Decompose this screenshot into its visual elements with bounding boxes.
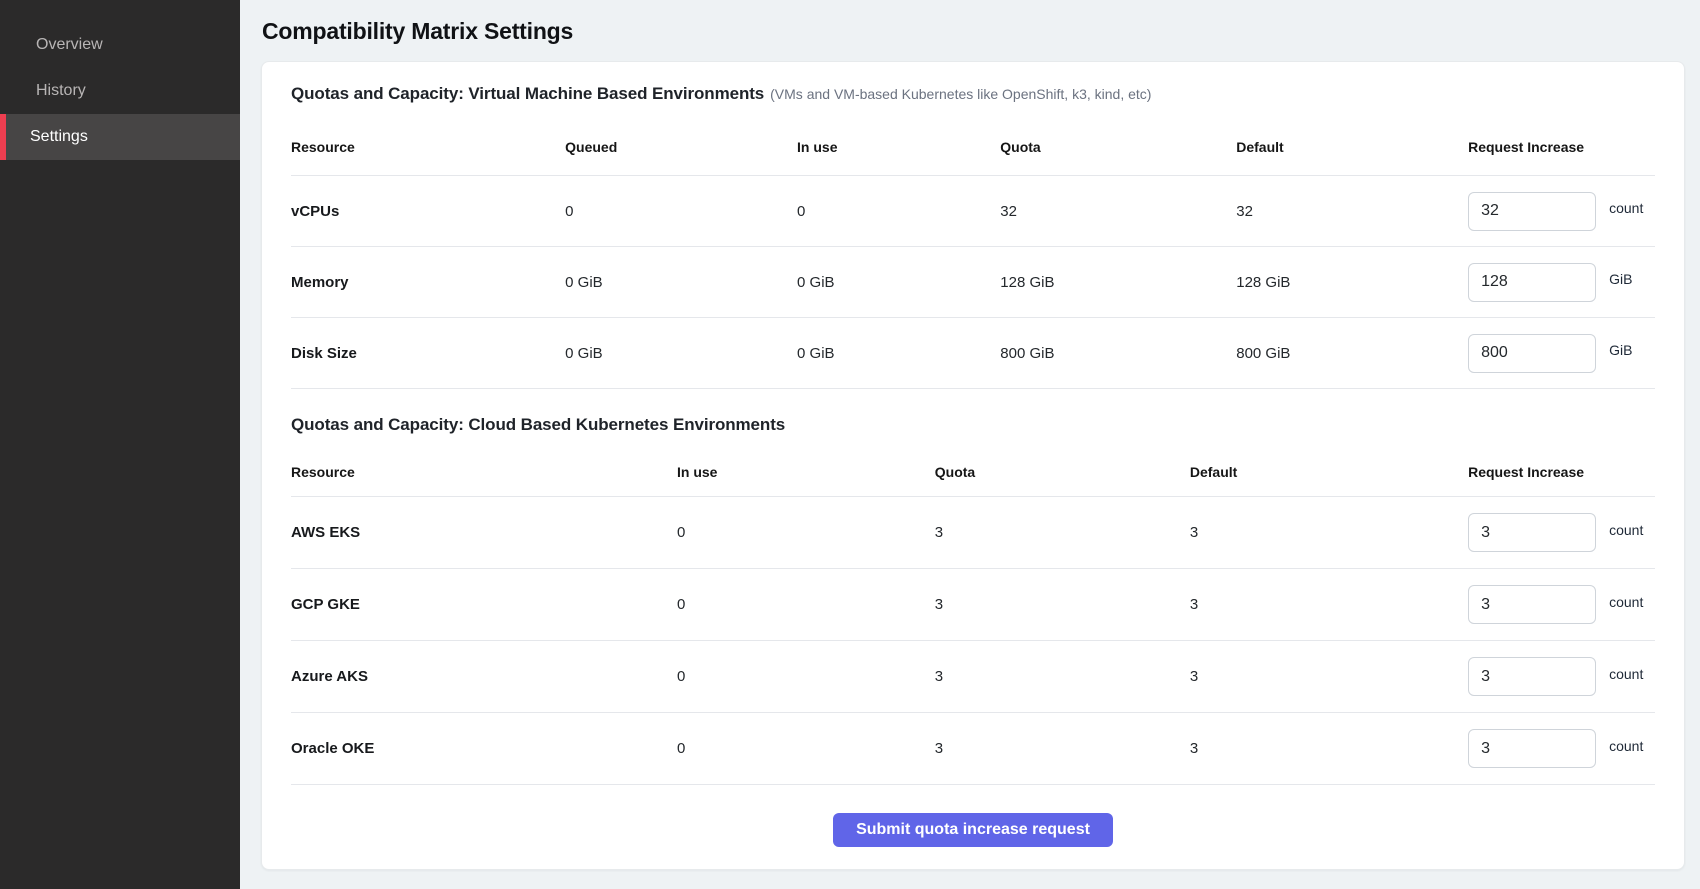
resource-name: Azure AKS [291,668,677,685]
sidebar-item-history[interactable]: History [0,68,240,114]
in-use-value: 0 [797,203,1000,220]
table-row-memory: Memory 0 GiB 0 GiB 128 GiB 128 GiB GiB [291,247,1655,318]
resource-name: GCP GKE [291,596,677,613]
unit-label: GiB [1609,342,1632,358]
vm-section-subtitle: (VMs and VM-based Kubernetes like OpenSh… [770,86,1151,102]
sidebar-item-settings[interactable]: Settings [0,114,240,160]
column-header-quota: Quota [935,464,1190,480]
vm-section-heading: Quotas and Capacity: Virtual Machine Bas… [291,84,1655,104]
resource-name: Oracle OKE [291,740,677,757]
settings-card: Quotas and Capacity: Virtual Machine Bas… [261,61,1685,870]
column-header-queued: Queued [565,139,797,155]
quota-value: 32 [1000,203,1236,220]
unit-label: count [1609,666,1643,682]
request-increase-cell: GiB [1468,263,1655,302]
unit-label: GiB [1609,271,1632,287]
azure-aks-request-input[interactable] [1468,657,1596,696]
in-use-value: 0 [677,740,935,757]
sidebar-item-label: Overview [36,36,103,54]
main-content: Compatibility Matrix Settings Quotas and… [240,0,1700,889]
column-header-in-use: In use [677,464,935,480]
quota-value: 3 [935,524,1190,541]
resource-name: Memory [291,274,565,291]
in-use-value: 0 GiB [797,345,1000,362]
cloud-quota-table: Resource In use Quota Default Request In… [291,447,1655,785]
unit-label: count [1609,594,1643,610]
app-root: Overview History Settings Compatibility … [0,0,1700,889]
resource-name: vCPUs [291,203,565,220]
default-value: 3 [1190,668,1468,685]
aws-eks-request-input[interactable] [1468,513,1596,552]
unit-label: count [1609,738,1643,754]
column-header-resource: Resource [291,139,565,155]
quota-value: 800 GiB [1000,345,1236,362]
column-header-request-increase: Request Increase [1468,464,1655,480]
quota-value: 3 [935,596,1190,613]
vm-quota-table: Resource Queued In use Quota Default Req… [291,118,1655,389]
unit-label: count [1609,200,1643,216]
in-use-value: 0 [677,668,935,685]
request-increase-cell: count [1468,192,1655,231]
cloud-section-heading: Quotas and Capacity: Cloud Based Kuberne… [291,415,1655,435]
sidebar-item-overview[interactable]: Overview [0,22,240,68]
queued-value: 0 [565,203,797,220]
default-value: 32 [1236,203,1468,220]
in-use-value: 0 [677,596,935,613]
resource-name: AWS EKS [291,524,677,541]
request-increase-cell: count [1468,657,1655,696]
default-value: 3 [1190,596,1468,613]
request-increase-cell: count [1468,729,1655,768]
column-header-default: Default [1236,139,1468,155]
table-row-disk-size: Disk Size 0 GiB 0 GiB 800 GiB 800 GiB Gi… [291,318,1655,389]
column-header-in-use: In use [797,139,1000,155]
table-row-azure-aks: Azure AKS 0 3 3 count [291,641,1655,713]
oracle-oke-request-input[interactable] [1468,729,1596,768]
column-header-quota: Quota [1000,139,1236,155]
sidebar: Overview History Settings [0,0,240,889]
memory-request-input[interactable] [1468,263,1596,302]
sidebar-item-label: Settings [30,128,88,146]
cloud-section-title: Quotas and Capacity: Cloud Based Kuberne… [291,415,785,434]
in-use-value: 0 [677,524,935,541]
quota-value: 128 GiB [1000,274,1236,291]
submit-row: Submit quota increase request [291,813,1655,847]
table-row-aws-eks: AWS EKS 0 3 3 count [291,497,1655,569]
quota-value: 3 [935,668,1190,685]
column-header-default: Default [1190,464,1468,480]
quota-value: 3 [935,740,1190,757]
request-increase-cell: GiB [1468,334,1655,373]
gcp-gke-request-input[interactable] [1468,585,1596,624]
page-title: Compatibility Matrix Settings [261,18,1685,45]
queued-value: 0 GiB [565,345,797,362]
vm-table-header: Resource Queued In use Quota Default Req… [291,118,1655,176]
default-value: 800 GiB [1236,345,1468,362]
resource-name: Disk Size [291,345,565,362]
unit-label: count [1609,522,1643,538]
table-row-gcp-gke: GCP GKE 0 3 3 count [291,569,1655,641]
table-row-oracle-oke: Oracle OKE 0 3 3 count [291,713,1655,785]
table-row-vcpus: vCPUs 0 0 32 32 count [291,176,1655,247]
queued-value: 0 GiB [565,274,797,291]
default-value: 3 [1190,524,1468,541]
disk-size-request-input[interactable] [1468,334,1596,373]
request-increase-cell: count [1468,513,1655,552]
sidebar-item-label: History [36,82,86,100]
default-value: 128 GiB [1236,274,1468,291]
in-use-value: 0 GiB [797,274,1000,291]
default-value: 3 [1190,740,1468,757]
column-header-request-increase: Request Increase [1468,139,1655,155]
column-header-resource: Resource [291,464,677,480]
submit-quota-increase-button[interactable]: Submit quota increase request [833,813,1113,847]
vcpus-request-input[interactable] [1468,192,1596,231]
vm-section-title: Quotas and Capacity: Virtual Machine Bas… [291,84,764,103]
cloud-table-header: Resource In use Quota Default Request In… [291,447,1655,497]
request-increase-cell: count [1468,585,1655,624]
